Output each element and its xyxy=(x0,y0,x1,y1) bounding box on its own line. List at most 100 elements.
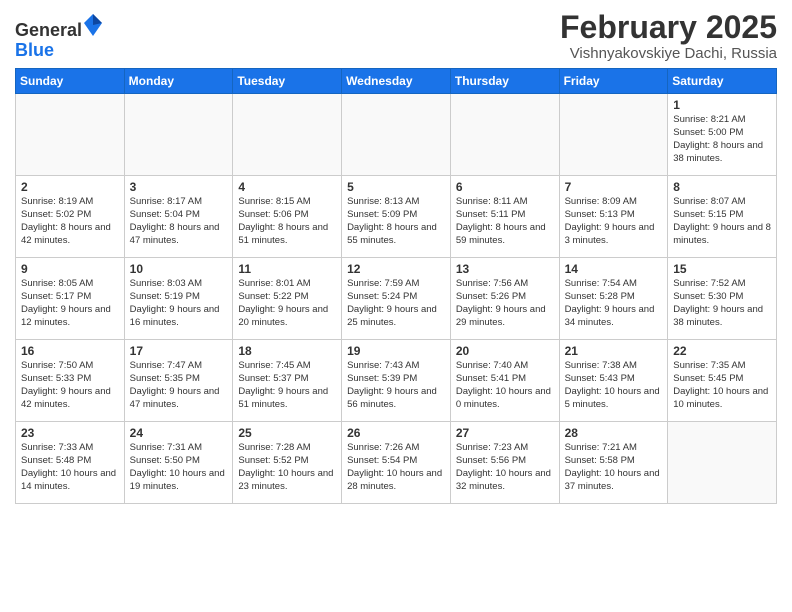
day-info: Sunrise: 7:31 AM Sunset: 5:50 PM Dayligh… xyxy=(130,442,228,493)
day-info: Sunrise: 8:09 AM Sunset: 5:13 PM Dayligh… xyxy=(565,196,663,247)
day-number: 20 xyxy=(456,344,554,358)
table-row: 23 Sunrise: 7:33 AM Sunset: 5:48 PM Dayli… xyxy=(16,422,125,504)
page-container: General Blue February 2025 Vishnyakovski… xyxy=(0,0,792,509)
table-row xyxy=(559,94,668,176)
day-number: 7 xyxy=(565,180,663,194)
table-row xyxy=(124,94,233,176)
header-thursday: Thursday xyxy=(450,69,559,94)
day-number: 27 xyxy=(456,426,554,440)
table-row: 12 Sunrise: 7:59 AM Sunset: 5:24 PM Dayli… xyxy=(342,258,451,340)
table-row: 27 Sunrise: 7:23 AM Sunset: 5:56 PM Dayli… xyxy=(450,422,559,504)
table-row: 10Sunrise: 8:03 AM Sunset: 5:19 PM Dayli… xyxy=(124,258,233,340)
day-number: 12 xyxy=(347,262,445,276)
weekday-header-row: Sunday Monday Tuesday Wednesday Thursday… xyxy=(16,69,777,94)
logo-general-text: General xyxy=(15,20,82,40)
day-info: Sunrise: 8:05 AM Sunset: 5:17 PM Dayligh… xyxy=(21,278,119,329)
header: General Blue February 2025 Vishnyakovski… xyxy=(15,10,777,62)
table-row: 19 Sunrise: 7:43 AM Sunset: 5:39 PM Dayli… xyxy=(342,340,451,422)
table-row: 15 Sunrise: 7:52 AM Sunset: 5:30 PM Dayli… xyxy=(668,258,777,340)
day-number: 26 xyxy=(347,426,445,440)
day-info: Sunrise: 7:50 AM Sunset: 5:33 PM Dayligh… xyxy=(21,360,119,411)
day-number: 21 xyxy=(565,344,663,358)
table-row: 21 Sunrise: 7:38 AM Sunset: 5:43 PM Dayli… xyxy=(559,340,668,422)
day-info: Sunrise: 8:21 AM Sunset: 5:00 PM Dayligh… xyxy=(673,114,771,165)
calendar-table: Sunday Monday Tuesday Wednesday Thursday… xyxy=(15,68,777,504)
title-block: February 2025 Vishnyakovskiye Dachi, Rus… xyxy=(560,10,777,62)
calendar-week-row: 9Sunrise: 8:05 AM Sunset: 5:17 PM Daylig… xyxy=(16,258,777,340)
day-info: Sunrise: 7:21 AM Sunset: 5:58 PM Dayligh… xyxy=(565,442,663,493)
table-row: 4 Sunrise: 8:15 AM Sunset: 5:06 PM Daylig… xyxy=(233,176,342,258)
calendar-week-row: 23 Sunrise: 7:33 AM Sunset: 5:48 PM Dayli… xyxy=(16,422,777,504)
day-info: Sunrise: 8:15 AM Sunset: 5:06 PM Dayligh… xyxy=(238,196,336,247)
day-info: Sunrise: 8:03 AM Sunset: 5:19 PM Dayligh… xyxy=(130,278,228,329)
day-number: 13 xyxy=(456,262,554,276)
table-row xyxy=(342,94,451,176)
logo: General Blue xyxy=(15,14,102,61)
day-number: 23 xyxy=(21,426,119,440)
table-row: 16 Sunrise: 7:50 AM Sunset: 5:33 PM Dayli… xyxy=(16,340,125,422)
table-row: 14 Sunrise: 7:54 AM Sunset: 5:28 PM Dayli… xyxy=(559,258,668,340)
table-row: 5Sunrise: 8:13 AM Sunset: 5:09 PM Daylig… xyxy=(342,176,451,258)
table-row: 8 Sunrise: 8:07 AM Sunset: 5:15 PM Daylig… xyxy=(668,176,777,258)
day-number: 16 xyxy=(21,344,119,358)
table-row: 11Sunrise: 8:01 AM Sunset: 5:22 PM Dayli… xyxy=(233,258,342,340)
table-row: 13 Sunrise: 7:56 AM Sunset: 5:26 PM Dayli… xyxy=(450,258,559,340)
header-tuesday: Tuesday xyxy=(233,69,342,94)
day-info: Sunrise: 7:59 AM Sunset: 5:24 PM Dayligh… xyxy=(347,278,445,329)
table-row xyxy=(233,94,342,176)
header-friday: Friday xyxy=(559,69,668,94)
table-row xyxy=(16,94,125,176)
calendar-week-row: 2 Sunrise: 8:19 AM Sunset: 5:02 PM Daylig… xyxy=(16,176,777,258)
logo-icon xyxy=(84,14,102,36)
day-info: Sunrise: 7:38 AM Sunset: 5:43 PM Dayligh… xyxy=(565,360,663,411)
logo-blue-text: Blue xyxy=(15,40,54,60)
table-row: 22Sunrise: 7:35 AM Sunset: 5:45 PM Dayli… xyxy=(668,340,777,422)
header-monday: Monday xyxy=(124,69,233,94)
calendar-week-row: 1 Sunrise: 8:21 AM Sunset: 5:00 PM Daylig… xyxy=(16,94,777,176)
location: Vishnyakovskiye Dachi, Russia xyxy=(560,45,777,62)
month-title: February 2025 xyxy=(560,10,777,45)
table-row: 9Sunrise: 8:05 AM Sunset: 5:17 PM Daylig… xyxy=(16,258,125,340)
table-row xyxy=(450,94,559,176)
day-info: Sunrise: 7:45 AM Sunset: 5:37 PM Dayligh… xyxy=(238,360,336,411)
day-info: Sunrise: 7:52 AM Sunset: 5:30 PM Dayligh… xyxy=(673,278,771,329)
day-number: 5 xyxy=(347,180,445,194)
table-row: 25Sunrise: 7:28 AM Sunset: 5:52 PM Dayli… xyxy=(233,422,342,504)
day-info: Sunrise: 7:54 AM Sunset: 5:28 PM Dayligh… xyxy=(565,278,663,329)
day-info: Sunrise: 7:43 AM Sunset: 5:39 PM Dayligh… xyxy=(347,360,445,411)
day-info: Sunrise: 8:19 AM Sunset: 5:02 PM Dayligh… xyxy=(21,196,119,247)
table-row: 20 Sunrise: 7:40 AM Sunset: 5:41 PM Dayli… xyxy=(450,340,559,422)
day-number: 17 xyxy=(130,344,228,358)
day-info: Sunrise: 7:47 AM Sunset: 5:35 PM Dayligh… xyxy=(130,360,228,411)
header-wednesday: Wednesday xyxy=(342,69,451,94)
day-number: 2 xyxy=(21,180,119,194)
day-number: 4 xyxy=(238,180,336,194)
day-number: 14 xyxy=(565,262,663,276)
day-number: 28 xyxy=(565,426,663,440)
table-row: 18Sunrise: 7:45 AM Sunset: 5:37 PM Dayli… xyxy=(233,340,342,422)
table-row: 28 Sunrise: 7:21 AM Sunset: 5:58 PM Dayli… xyxy=(559,422,668,504)
day-number: 24 xyxy=(130,426,228,440)
day-number: 1 xyxy=(673,98,771,112)
day-info: Sunrise: 7:28 AM Sunset: 5:52 PM Dayligh… xyxy=(238,442,336,493)
day-info: Sunrise: 7:23 AM Sunset: 5:56 PM Dayligh… xyxy=(456,442,554,493)
day-info: Sunrise: 8:11 AM Sunset: 5:11 PM Dayligh… xyxy=(456,196,554,247)
day-info: Sunrise: 7:26 AM Sunset: 5:54 PM Dayligh… xyxy=(347,442,445,493)
day-number: 19 xyxy=(347,344,445,358)
table-row: 7 Sunrise: 8:09 AM Sunset: 5:13 PM Daylig… xyxy=(559,176,668,258)
table-row: 17 Sunrise: 7:47 AM Sunset: 5:35 PM Dayli… xyxy=(124,340,233,422)
table-row: 26 Sunrise: 7:26 AM Sunset: 5:54 PM Dayli… xyxy=(342,422,451,504)
day-number: 22 xyxy=(673,344,771,358)
day-info: Sunrise: 7:40 AM Sunset: 5:41 PM Dayligh… xyxy=(456,360,554,411)
day-info: Sunrise: 7:33 AM Sunset: 5:48 PM Dayligh… xyxy=(21,442,119,493)
day-number: 15 xyxy=(673,262,771,276)
day-info: Sunrise: 7:56 AM Sunset: 5:26 PM Dayligh… xyxy=(456,278,554,329)
table-row: 2 Sunrise: 8:19 AM Sunset: 5:02 PM Daylig… xyxy=(16,176,125,258)
day-number: 8 xyxy=(673,180,771,194)
table-row: 1 Sunrise: 8:21 AM Sunset: 5:00 PM Daylig… xyxy=(668,94,777,176)
day-info: Sunrise: 8:07 AM Sunset: 5:15 PM Dayligh… xyxy=(673,196,771,247)
table-row: 3Sunrise: 8:17 AM Sunset: 5:04 PM Daylig… xyxy=(124,176,233,258)
day-number: 11 xyxy=(238,262,336,276)
table-row: 24 Sunrise: 7:31 AM Sunset: 5:50 PM Dayli… xyxy=(124,422,233,504)
header-sunday: Sunday xyxy=(16,69,125,94)
